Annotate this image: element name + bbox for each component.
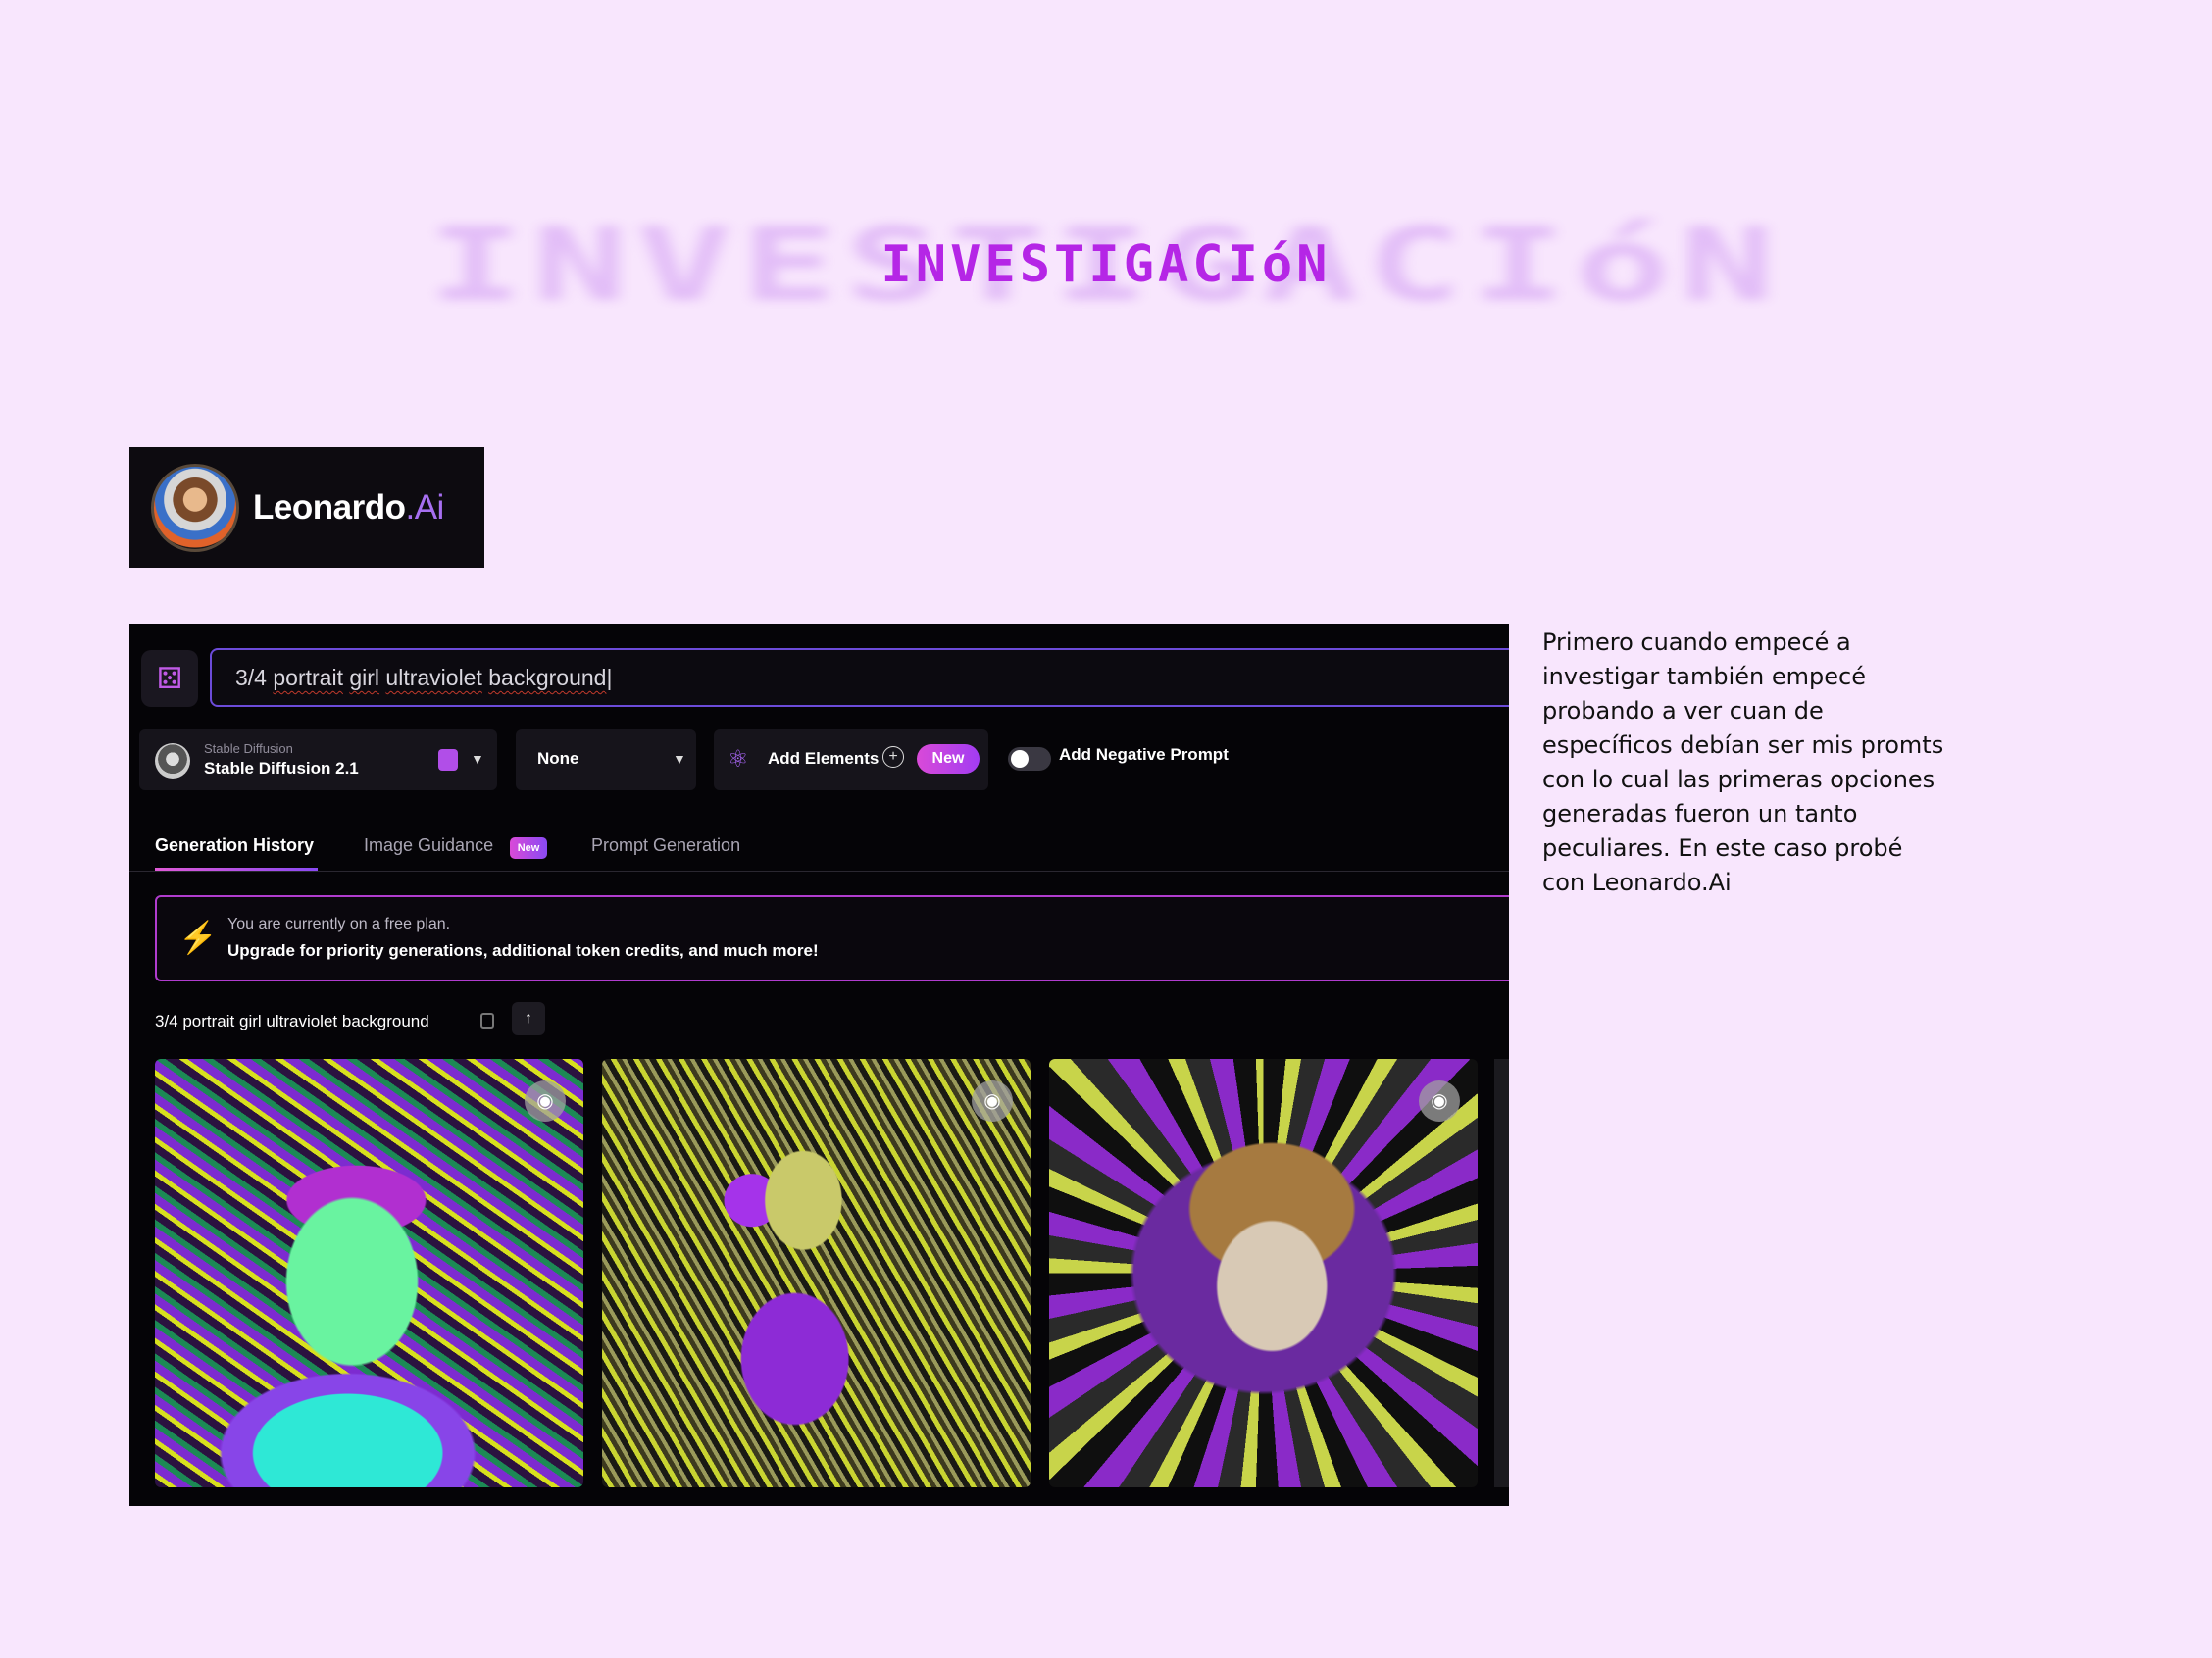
model-provider: Stable Diffusion <box>204 741 293 756</box>
style-select[interactable]: None ▼ <box>516 729 696 790</box>
eye-icon[interactable]: ◉ <box>525 1080 566 1122</box>
lightning-icon: ⚡ <box>178 920 218 955</box>
heading: INVESTIGACIóN INVESTIGACIóN <box>0 196 2212 333</box>
generated-image[interactable]: ◉ <box>602 1059 1031 1487</box>
add-elements-label: Add Elements <box>768 749 880 768</box>
style-select-value: None <box>537 749 579 768</box>
eye-icon[interactable]: ◉ <box>1419 1080 1460 1122</box>
copy-icon[interactable] <box>480 1013 494 1029</box>
generated-image[interactable]: ◉ <box>155 1059 583 1487</box>
banner-text: You are currently on a free plan. <box>227 916 451 932</box>
model-select[interactable]: Stable Diffusion Stable Diffusion 2.1 ▼ <box>139 729 497 790</box>
tab-prompt-generation[interactable]: Prompt Generation <box>591 835 740 856</box>
active-tab-indicator <box>155 868 318 871</box>
leonardo-logo: Leonardo.Ai <box>129 447 484 568</box>
prompt-word: background <box>488 665 607 690</box>
new-badge: New <box>917 744 980 774</box>
leonardo-app-screenshot: ⚄ 3/4 portrait girl ultraviolet backgrou… <box>129 624 1509 1506</box>
prompt-prefix: 3/4 <box>235 665 274 690</box>
chevron-down-icon: ▼ <box>673 751 686 767</box>
model-name: Stable Diffusion 2.1 <box>204 759 359 778</box>
description-text: Primero cuando empecé a investigar tambi… <box>1542 628 1944 896</box>
new-badge: New <box>510 837 547 859</box>
tab-bar: Generation History Image Guidance New Pr… <box>129 824 1509 872</box>
chevron-down-icon[interactable]: ▼ <box>471 751 484 767</box>
model-style-icon[interactable] <box>438 749 458 771</box>
logo-dot: . <box>405 487 415 527</box>
atom-icon: ⚛ <box>728 746 749 773</box>
negative-prompt-toggle[interactable] <box>1008 747 1051 771</box>
tab-generation-history[interactable]: Generation History <box>155 835 314 856</box>
model-avatar <box>155 743 190 779</box>
eye-icon[interactable]: ◉ <box>972 1080 1013 1122</box>
negative-prompt-label: Add Negative Prompt <box>1059 745 1229 764</box>
logo-suffix: Ai <box>414 487 445 527</box>
leonardo-avatar-logo <box>151 463 239 552</box>
prompt-word: portrait <box>273 665 343 690</box>
generation-prompt-title: 3/4 portrait girl ultraviolet background <box>155 1012 429 1030</box>
banner-cta: Upgrade for priority generations, additi… <box>227 941 819 960</box>
prompt-word: ultraviolet <box>385 665 482 690</box>
tab-image-guidance[interactable]: Image Guidance <box>364 835 493 856</box>
prompt-input[interactable]: 3/4 portrait girl ultraviolet background… <box>210 648 1509 707</box>
plus-circle-icon: + <box>882 746 904 768</box>
page-title: INVESTIGACIóN <box>880 235 1332 294</box>
logo-name: Leonardo <box>253 487 406 527</box>
arrow-up-icon[interactable]: ↑ <box>512 1002 545 1035</box>
dice-icon[interactable]: ⚄ <box>141 650 198 707</box>
upgrade-banner[interactable]: ⚡ You are currently on a free plan. Upgr… <box>155 895 1509 981</box>
next-image-edge <box>1494 1059 1509 1487</box>
add-elements-button[interactable]: ⚛ Add Elements + New <box>714 729 988 790</box>
generated-image[interactable]: ◉ <box>1049 1059 1478 1487</box>
prompt-word: girl <box>349 665 380 690</box>
logo-wordmark: Leonardo.Ai <box>253 488 444 528</box>
